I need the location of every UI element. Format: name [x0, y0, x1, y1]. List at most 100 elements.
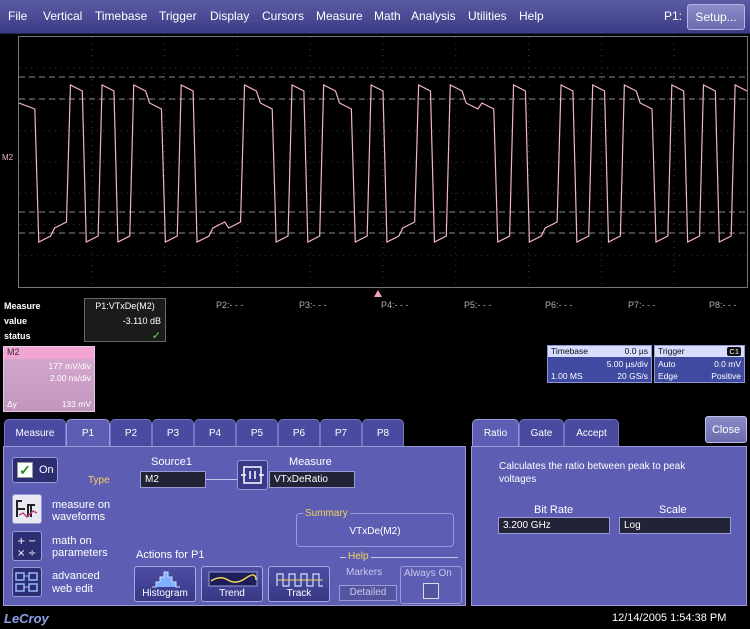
markers-detailed-button[interactable]: Detailed [339, 585, 397, 601]
type-option-measure-line1[interactable]: measure on [52, 499, 110, 511]
menu-file[interactable]: File [8, 9, 27, 23]
source-connector-line [206, 479, 238, 480]
close-button[interactable]: Close [705, 416, 747, 443]
menu-analysis[interactable]: Analysis [411, 9, 456, 23]
tab-p8[interactable]: P8 [362, 419, 404, 446]
p1-measure-cell[interactable]: P1:VTxDe(M2) -3.110 dB ✓ [84, 298, 166, 342]
measure-slot-p4[interactable]: P4:- - - [381, 300, 409, 310]
trigger-type: Edge [658, 371, 678, 381]
p1-measure-header: P1:VTxDe(M2) [95, 301, 155, 311]
markers-label: Markers [346, 567, 383, 578]
menu-help[interactable]: Help [519, 9, 544, 23]
timebase-samples: 1.00 MS [551, 371, 583, 381]
m2-trace-descriptor[interactable]: M2 177 mV/div 2.00 ns/div Δy 133 mV [3, 346, 95, 412]
on-checkbox[interactable]: ✓ On [12, 457, 58, 483]
measure-slot-p3[interactable]: P3:- - - [299, 300, 327, 310]
waveform-grid[interactable] [18, 36, 748, 288]
ratio-panel: Calculates the ratio between peak to pea… [471, 446, 747, 606]
p1-measure-value: -3.110 dB [122, 316, 161, 326]
type-option-math-line2[interactable]: parameters [52, 547, 108, 559]
measure-slot-p7[interactable]: P7:- - - [628, 300, 656, 310]
trend-icon [208, 571, 258, 587]
type-option-web-line1[interactable]: advanced [52, 570, 100, 582]
timebase-descriptor[interactable]: Timebase 0.0 µs 5.00 µs/div 1.00 MS 20 GS… [547, 345, 652, 383]
type-option-math-line1[interactable]: math on [52, 535, 92, 547]
tab-p4[interactable]: P4 [194, 419, 236, 446]
always-on-checkbox[interactable] [423, 583, 439, 599]
measure-on-waveforms-icon[interactable] [12, 494, 42, 524]
source1-label: Source1 [151, 456, 192, 468]
m2-descriptor-title: M2 [4, 347, 94, 359]
menu-timebase[interactable]: Timebase [95, 9, 147, 23]
timebase-per-div: 5.00 µs/div [606, 359, 648, 369]
summary-label: Summary [303, 508, 350, 519]
always-on-box: Always On [400, 566, 462, 604]
help-label: Help [346, 551, 371, 562]
source1-field[interactable]: M2 [140, 471, 206, 488]
menu-cursors[interactable]: Cursors [262, 9, 304, 23]
p1-setup-panel: ✓ On Type measure on waveforms + − × ÷ math… [3, 446, 466, 606]
tab-p7[interactable]: P7 [320, 419, 362, 446]
trend-label: Trend [219, 588, 245, 599]
summary-value: VTxDe(M2) [349, 526, 401, 537]
trigger-position-icon[interactable] [374, 290, 382, 297]
bit-rate-label: Bit Rate [534, 504, 574, 516]
m2-time-scale: 2.00 ns/div [49, 373, 91, 383]
measure-selector-icon[interactable] [237, 460, 268, 490]
lecroy-logo: LeCroy [4, 611, 49, 626]
math-on-parameters-icon[interactable]: + − × ÷ [12, 531, 42, 561]
summary-box: Summary VTxDe(M2) [296, 508, 454, 547]
scale-field[interactable]: Log [619, 517, 731, 534]
waveform-plot [18, 37, 748, 287]
p1-status-check-icon: ✓ [151, 330, 161, 342]
advanced-web-edit-icon[interactable] [12, 567, 42, 597]
type-option-web-line2[interactable]: web edit [52, 583, 93, 595]
scale-label: Scale [659, 504, 687, 516]
track-button[interactable]: Track [268, 566, 330, 602]
tab-p3[interactable]: P3 [152, 419, 194, 446]
trigger-title: Trigger C1 [655, 346, 744, 357]
track-label: Track [286, 588, 312, 599]
menu-bar: File Vertical Timebase Trigger Display C… [0, 0, 750, 34]
trigger-descriptor[interactable]: Trigger C1 Auto 0.0 mV Edge Positive [654, 345, 745, 383]
timebase-delay: 0.0 µs [624, 346, 648, 356]
footer-datetime: 12/14/2005 1:54:38 PM [612, 612, 727, 624]
tab-p1[interactable]: P1 [66, 419, 110, 447]
trigger-slope: Positive [711, 371, 741, 381]
setup-button[interactable]: Setup... [687, 4, 745, 30]
tab-p2[interactable]: P2 [110, 419, 152, 446]
measure-field[interactable]: VTxDeRatio [269, 471, 355, 488]
svg-text:+: + [17, 536, 25, 547]
measure-status-label: status [4, 331, 31, 341]
m2-vertical-scale: 177 mV/div [48, 361, 91, 371]
trace-marker-m2: M2 [2, 153, 14, 162]
svg-text:×: × [17, 548, 25, 559]
menu-measure[interactable]: Measure [316, 9, 363, 23]
timebase-sample-rate: 20 GS/s [617, 371, 648, 381]
checkmark-icon: ✓ [17, 462, 33, 478]
measure-slot-p2[interactable]: P2:- - - [216, 300, 244, 310]
trigger-channel-badge: C1 [727, 347, 741, 356]
bit-rate-field[interactable]: 3.200 GHz [498, 517, 610, 534]
menu-display[interactable]: Display [210, 9, 249, 23]
menu-trigger[interactable]: Trigger [159, 9, 197, 23]
histogram-button[interactable]: Histogram [134, 566, 196, 602]
tab-p6[interactable]: P6 [278, 419, 320, 446]
menu-vertical[interactable]: Vertical [43, 9, 82, 23]
tab-p5[interactable]: P5 [236, 419, 278, 446]
trend-button[interactable]: Trend [201, 566, 263, 602]
tab-measure[interactable]: Measure [4, 419, 66, 446]
menu-math[interactable]: Math [374, 9, 401, 23]
tab-accept[interactable]: Accept [564, 419, 619, 446]
on-label: On [39, 464, 54, 476]
measure-slot-p6[interactable]: P6:- - - [545, 300, 573, 310]
tab-gate[interactable]: Gate [519, 419, 564, 446]
timebase-title: Timebase 0.0 µs [548, 346, 651, 357]
tab-ratio[interactable]: Ratio [472, 419, 519, 447]
histogram-label: Histogram [142, 588, 188, 599]
type-option-measure-line2[interactable]: waveforms [52, 511, 105, 523]
measure-slot-p5[interactable]: P5:- - - [464, 300, 492, 310]
menu-utilities[interactable]: Utilities [468, 9, 507, 23]
measure-slot-p8[interactable]: P8:- - - [709, 300, 737, 310]
m2-delta-y-value: 133 mV [61, 399, 91, 409]
